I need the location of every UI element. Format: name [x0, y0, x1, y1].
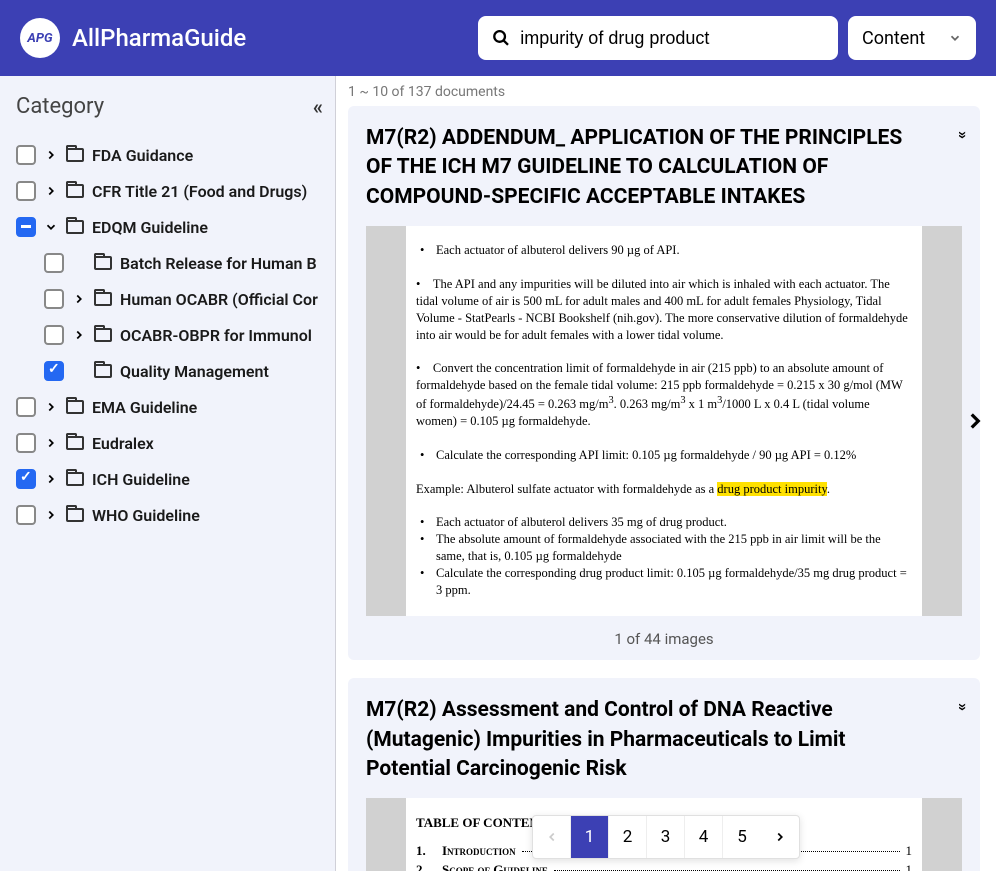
result-card: M7(R2) ADDENDUM_ APPLICATION OF THE PRIN…	[348, 106, 980, 660]
main-content: 1 ~ 10 of 137 documents M7(R2) ADDENDUM_…	[336, 76, 996, 871]
card-collapse-button[interactable]: »	[954, 131, 973, 136]
page-button[interactable]: 3	[647, 816, 685, 858]
category-label: OCABR-OBPR for Immunol	[120, 326, 312, 345]
chevron-right-icon[interactable]	[72, 328, 86, 342]
folder-icon	[66, 472, 84, 486]
result-title[interactable]: M7(R2) Assessment and Control of DNA Rea…	[366, 696, 930, 784]
category-checkbox[interactable]	[44, 325, 64, 345]
category-label: WHO Guideline	[92, 506, 200, 525]
category-item[interactable]: CFR Title 21 (Food and Drugs)	[16, 173, 319, 209]
category-item[interactable]: Eudralex	[16, 425, 319, 461]
results-scroll[interactable]: 1 ~ 10 of 137 documents M7(R2) ADDENDUM_…	[336, 76, 996, 871]
category-checkbox[interactable]	[16, 145, 36, 165]
category-checkbox[interactable]	[16, 181, 36, 201]
chevron-right-icon[interactable]	[44, 436, 58, 450]
category-checkbox[interactable]	[16, 469, 36, 489]
category-tree: FDA Guidance CFR Title 21 (Food and Drugs…	[16, 137, 319, 533]
category-item[interactable]: WHO Guideline	[16, 497, 319, 533]
image-count: 1 of 44 images	[348, 622, 980, 660]
chevron-right-icon[interactable]	[44, 148, 58, 162]
folder-icon	[66, 436, 84, 450]
category-checkbox[interactable]	[16, 433, 36, 453]
search-box[interactable]	[478, 16, 838, 60]
chevron-right-icon[interactable]	[44, 472, 58, 486]
category-checkbox[interactable]	[44, 253, 64, 273]
search-input[interactable]	[520, 28, 824, 49]
chevron-right-icon[interactable]	[44, 508, 58, 522]
category-item[interactable]: EMA Guideline	[16, 389, 319, 425]
logo[interactable]: APG AllPharmaGuide	[20, 18, 246, 58]
category-checkbox[interactable]	[44, 361, 64, 381]
result-title[interactable]: M7(R2) ADDENDUM_ APPLICATION OF THE PRIN…	[366, 124, 930, 212]
page-button[interactable]: 2	[609, 816, 647, 858]
category-label: Batch Release for Human B	[120, 254, 317, 273]
category-item[interactable]: FDA Guidance	[16, 137, 319, 173]
result-count: 1 ~ 10 of 137 documents	[348, 76, 980, 106]
category-label: EMA Guideline	[92, 398, 197, 417]
search-icon	[492, 28, 510, 48]
category-label: EDQM Guideline	[92, 218, 208, 237]
folder-icon	[94, 364, 112, 378]
page-prev-button[interactable]	[533, 816, 571, 858]
folder-icon	[94, 292, 112, 306]
category-item[interactable]: ICH Guideline	[16, 461, 319, 497]
category-label: ICH Guideline	[92, 470, 190, 489]
folder-icon	[94, 256, 112, 270]
category-label: Human OCABR (Official Cor	[120, 290, 318, 309]
document-preview: Each actuator of albuterol delivers 90 µ…	[366, 226, 962, 616]
page-button[interactable]: 1	[571, 816, 609, 858]
chevron-down-icon	[948, 31, 962, 45]
category-label: Quality Management	[120, 362, 269, 381]
toc-row: 2.Scope of Guideline1	[416, 861, 912, 871]
category-checkbox[interactable]	[16, 397, 36, 417]
sidebar-collapse-button[interactable]: «	[313, 95, 319, 119]
page-next-button[interactable]	[761, 816, 799, 858]
next-image-button[interactable]	[962, 408, 988, 434]
chevron-right-icon[interactable]	[72, 292, 86, 306]
folder-icon	[66, 400, 84, 414]
folder-icon	[94, 328, 112, 342]
category-checkbox[interactable]	[44, 289, 64, 309]
category-item[interactable]: OCABR-OBPR for Immunol	[16, 317, 319, 353]
chevron-right-icon[interactable]	[44, 400, 58, 414]
sidebar: Category « FDA Guidance CFR Title 21 (Foo…	[0, 76, 336, 871]
pagination: 12345	[532, 815, 800, 859]
document-page: Each actuator of albuterol delivers 90 µ…	[406, 226, 922, 616]
page-button[interactable]: 5	[723, 816, 761, 858]
folder-icon	[66, 148, 84, 162]
folder-icon	[66, 220, 84, 234]
category-checkbox[interactable]	[16, 505, 36, 525]
chevron-down-icon[interactable]	[44, 220, 58, 234]
folder-icon	[66, 184, 84, 198]
category-label: CFR Title 21 (Food and Drugs)	[92, 182, 307, 201]
category-item[interactable]: EDQM Guideline	[16, 209, 319, 245]
folder-icon	[66, 508, 84, 522]
header: APG AllPharmaGuide Content	[0, 0, 996, 76]
sidebar-title: Category	[16, 94, 104, 119]
category-label: Eudralex	[92, 434, 154, 453]
logo-icon: APG	[20, 18, 60, 58]
highlighted-term: drug product impurity	[717, 482, 827, 496]
category-item[interactable]: >Batch Release for Human B	[16, 245, 319, 281]
category-item[interactable]: Human OCABR (Official Cor	[16, 281, 319, 317]
dropdown-label: Content	[862, 28, 925, 49]
category-item[interactable]: >Quality Management	[16, 353, 319, 389]
category-label: FDA Guidance	[92, 146, 193, 165]
search-type-dropdown[interactable]: Content	[848, 16, 976, 60]
logo-text: AllPharmaGuide	[72, 24, 246, 52]
card-collapse-button[interactable]: »	[954, 703, 973, 708]
category-checkbox[interactable]	[16, 217, 36, 237]
chevron-right-icon[interactable]	[44, 184, 58, 198]
page-button[interactable]: 4	[685, 816, 723, 858]
